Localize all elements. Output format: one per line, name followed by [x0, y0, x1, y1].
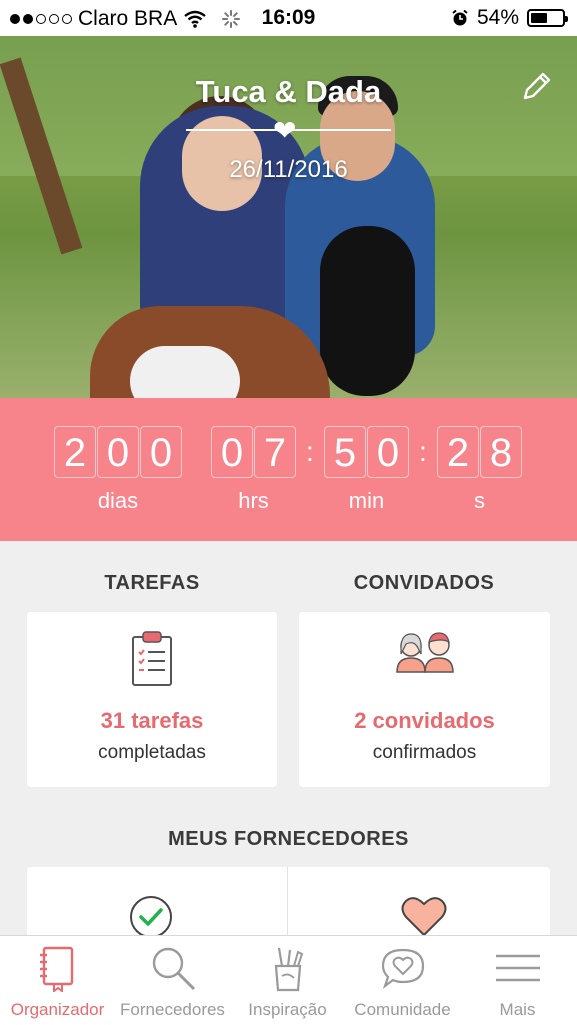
pencil-icon[interactable]: [519, 70, 553, 104]
countdown-minutes-label: min: [348, 488, 385, 513]
countdown-seconds-digit: 2: [437, 426, 479, 478]
heart-icon: [401, 897, 447, 937]
tab-label: Inspiração: [248, 1000, 327, 1019]
tab-mais[interactable]: Mais: [460, 936, 575, 1025]
countdown-days-label: dias: [97, 488, 139, 513]
tasks-card[interactable]: 31 tarefas completadas: [27, 612, 277, 787]
tab-label: Organizador: [10, 1000, 105, 1019]
tab-inspiracao[interactable]: Inspiração: [230, 936, 345, 1025]
notebook-icon: [39, 946, 73, 992]
couple-photo-header: Tuca & Dada ❤ 26/11/2016: [0, 36, 577, 398]
couple-avatars-icon: [395, 632, 454, 673]
countdown-seconds-digit: 8: [480, 426, 522, 478]
alarm-icon: [452, 9, 468, 26]
status-right: 54%: [451, 6, 568, 30]
heart-chat-icon: [381, 948, 424, 989]
countdown-days-digit: 2: [54, 426, 96, 478]
countdown-hours-digit: 0: [211, 426, 253, 478]
countdown-days-digit: 0: [97, 426, 139, 478]
status-bar: Claro BRA 16:09 54%: [0, 0, 577, 36]
vendors-section-title: MEUS FORNECEDORES: [168, 828, 409, 850]
clipboard-checklist-icon: [132, 631, 172, 686]
countdown-seconds-label: s: [474, 488, 485, 513]
tasks-count: 31 tarefas: [100, 708, 204, 733]
check-circle-icon: [130, 896, 172, 938]
tab-fornecedores[interactable]: Fornecedores: [115, 936, 230, 1025]
wedding-countdown: 2 0 0 0 7 : 5 0 : 2 8 dias hrs min s: [0, 398, 577, 541]
guests-count: 2 convidados: [354, 708, 495, 733]
tab-label: Mais: [499, 1000, 536, 1019]
menu-icon: [495, 954, 540, 982]
tasks-section-title: TAREFAS: [104, 572, 200, 594]
countdown-hours-label: hrs: [238, 488, 269, 513]
countdown-minutes-digit: 0: [367, 426, 409, 478]
tab-organizador[interactable]: Organizador: [0, 936, 115, 1025]
guests-card[interactable]: 2 convidados confirmados: [299, 612, 550, 787]
guests-caption: confirmados: [372, 742, 477, 763]
tab-comunidade[interactable]: Comunidade: [345, 936, 460, 1025]
tab-label: Fornecedores: [120, 1000, 225, 1019]
guests-section-title: CONVIDADOS: [353, 572, 495, 594]
countdown-separator: :: [419, 436, 427, 467]
pencil-cup-icon: [274, 947, 303, 992]
search-icon: [152, 947, 195, 991]
couple-names: Tuca & Dada: [195, 74, 382, 109]
countdown-separator: :: [306, 436, 314, 467]
countdown-days-digit: 0: [140, 426, 182, 478]
countdown-minutes-digit: 5: [324, 426, 366, 478]
battery-percent: 54%: [476, 6, 519, 29]
tasks-caption: completadas: [98, 742, 206, 763]
tab-label: Comunidade: [354, 1000, 451, 1019]
bottom-tab-bar: Organizador Fornecedores Inspiração Comu…: [0, 935, 577, 1025]
wedding-date: 26/11/2016: [229, 156, 348, 183]
countdown-hours-digit: 7: [254, 426, 296, 478]
battery-icon: [527, 9, 568, 27]
photo-black-dog: [320, 226, 415, 396]
heart-icon: ❤: [273, 115, 297, 146]
